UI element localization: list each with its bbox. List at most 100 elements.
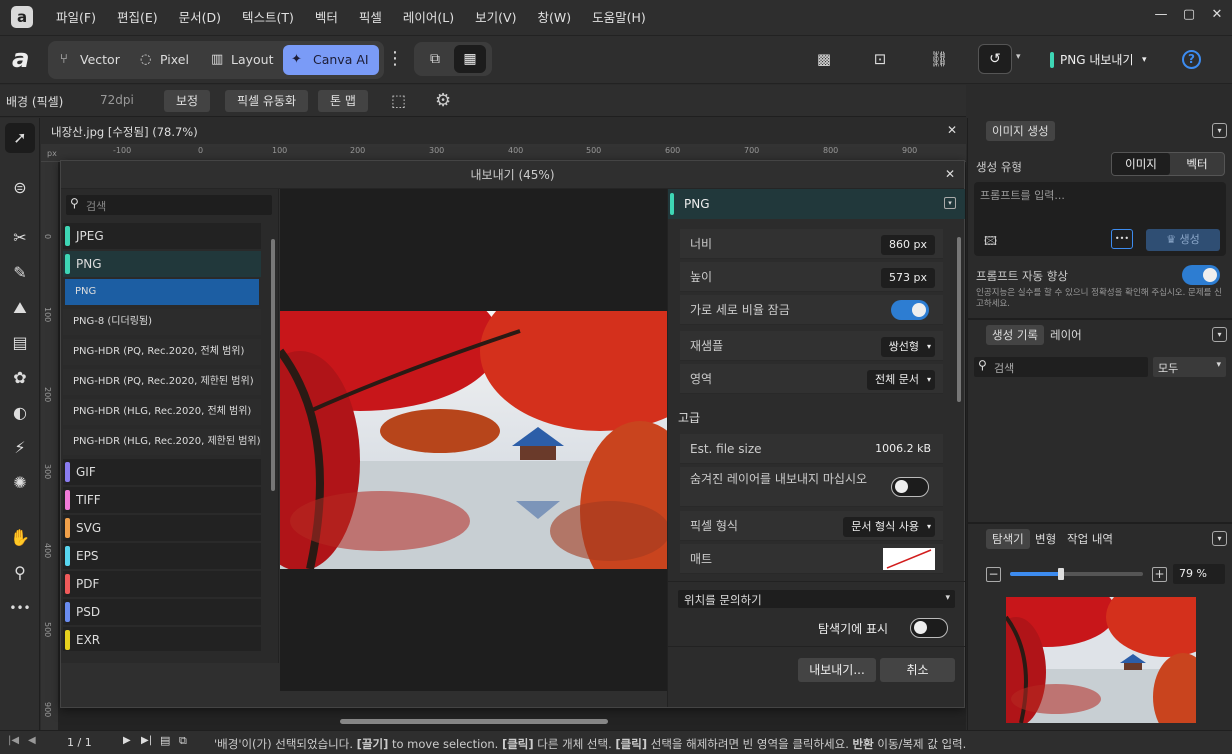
navigator-thumbnail[interactable] <box>1006 597 1196 723</box>
width-input[interactable]: 860 px <box>881 235 935 255</box>
more-options-button[interactable]: ••• <box>1111 229 1133 249</box>
format-png[interactable]: PNG <box>63 251 261 277</box>
grid-toggle-icon[interactable]: ▦ <box>454 45 486 73</box>
menu-edit[interactable]: 편집(E) <box>109 0 166 36</box>
menu-help[interactable]: 도움말(H) <box>584 0 654 36</box>
selection-grid-icon[interactable]: ⬚ <box>391 91 406 110</box>
persona-pixel[interactable]: ◌ Pixel <box>132 45 189 75</box>
format-tiff[interactable]: TIFF <box>63 487 261 513</box>
format-psd[interactable]: PSD <box>63 599 261 625</box>
menu-vector[interactable]: 벡터 <box>307 0 346 36</box>
image-tool-icon[interactable]: ⛰ <box>5 293 35 323</box>
preset-png[interactable]: PNG <box>65 279 259 305</box>
menu-layer[interactable]: 레이어(L) <box>395 0 462 36</box>
format-gif[interactable]: GIF <box>63 459 261 485</box>
menu-document[interactable]: 문서(D) <box>171 0 229 36</box>
format-search-box[interactable]: ⚲ 검색 <box>66 195 272 215</box>
adjust-button[interactable]: 보정 <box>164 90 211 112</box>
zoom-out-icon[interactable]: − <box>986 567 1001 582</box>
export-button[interactable]: 내보내기... <box>798 658 876 682</box>
menu-file[interactable]: 파일(F) <box>48 0 104 36</box>
close-document-icon[interactable]: ✕ <box>947 123 957 137</box>
last-page-icon[interactable]: ▶| <box>141 735 152 746</box>
maximize-button[interactable]: ▢ <box>1174 0 1204 30</box>
move-tool-icon[interactable]: ➚ <box>5 123 35 153</box>
transparency-icon[interactable]: ▩ <box>810 42 838 76</box>
pixel-format-select[interactable]: 문서 형식 사용 ▾ <box>843 517 935 537</box>
app-logo-icon[interactable]: a <box>11 6 33 28</box>
document-tab-title[interactable]: 내장산.jpg [수정됨] (78.7%) <box>51 124 198 140</box>
generate-button[interactable]: ♛ 생성 <box>1146 229 1220 251</box>
more-options-icon[interactable]: ⋮ <box>386 42 404 76</box>
png-export-button[interactable]: PNG 내보내기 ▾ <box>1050 50 1150 70</box>
close-window-button[interactable]: ✕ <box>1202 0 1232 30</box>
tab-layers[interactable]: 레이어 <box>1044 325 1088 345</box>
preset-png-hdr[interactable]: PNG-HDR (HLG, Rec.2020, 전체 범위) <box>63 399 261 425</box>
menu-window[interactable]: 창(W) <box>529 0 579 36</box>
persona-canva-ai[interactable]: ✦ Canva AI <box>283 45 379 75</box>
history-search-input[interactable]: 검색 <box>994 360 1014 376</box>
height-input[interactable]: 573 px <box>881 268 935 288</box>
first-page-icon[interactable]: |◀ <box>8 735 19 746</box>
text-toggle-icon[interactable]: ⧉ <box>420 46 450 72</box>
brush-tool-icon[interactable]: ✎ <box>5 258 35 288</box>
tab-navigator[interactable]: 탐색기 <box>986 529 1030 549</box>
horizontal-scrollbar[interactable] <box>340 719 608 724</box>
history-search-box[interactable]: ⚲ 검색 <box>974 357 1148 377</box>
collapse-icon[interactable]: ▾ <box>1212 327 1227 342</box>
location-select[interactable]: 위치를 문의하기 ▾ <box>678 590 955 608</box>
hidden-layers-toggle[interactable] <box>891 477 929 497</box>
tab-history[interactable]: 작업 내역 <box>1061 529 1119 549</box>
format-pdf[interactable]: PDF <box>63 571 261 597</box>
zoom-in-icon[interactable]: + <box>1152 567 1167 582</box>
gen-type-vector[interactable]: 벡터 <box>1170 153 1224 175</box>
snap-icon[interactable]: ⊡ <box>866 42 894 76</box>
chevron-down-icon[interactable]: ▾ <box>944 197 956 209</box>
matte-swatch[interactable] <box>883 548 935 570</box>
gear-icon[interactable]: ⚙ <box>435 90 451 111</box>
link-icon[interactable]: ⛓ <box>925 42 953 76</box>
format-exr[interactable]: EXR <box>63 627 261 651</box>
enhance-toggle[interactable] <box>1182 265 1220 285</box>
resample-select[interactable]: 쌍선형 ▾ <box>880 337 935 357</box>
fill-tool-icon[interactable]: ◐ <box>5 398 35 428</box>
collapse-icon[interactable]: ▾ <box>1212 123 1227 138</box>
format-jpeg[interactable]: JPEG <box>63 223 261 249</box>
retouch-tool-icon[interactable]: ✿ <box>5 363 35 393</box>
image-upload-icon[interactable]: 🖾 <box>984 232 997 253</box>
minimize-button[interactable]: — <box>1146 0 1176 30</box>
prev-page-icon[interactable]: ◀ <box>28 735 36 746</box>
preset-png-hdr[interactable]: PNG-HDR (PQ, Rec.2020, 전체 범위) <box>63 339 261 365</box>
format-search-input[interactable]: 검색 <box>86 198 106 214</box>
lightning-tool-icon[interactable]: ⚡ <box>5 433 35 463</box>
preset-png-hdr[interactable]: PNG-HDR (PQ, Rec.2020, 제한된 범위) <box>63 369 261 395</box>
tonemap-button[interactable]: 톤 맵 <box>318 90 368 112</box>
zoom-slider-handle[interactable] <box>1057 568 1064 580</box>
prompt-input[interactable]: 프롬프트를 입력... 🖾 ••• ♛ 생성 <box>974 182 1226 256</box>
aspect-lock-toggle[interactable] <box>891 300 929 320</box>
cancel-button[interactable]: 취소 <box>880 658 955 682</box>
menu-view[interactable]: 보기(V) <box>467 0 524 36</box>
more-tools-icon[interactable]: ••• <box>5 593 35 623</box>
help-icon[interactable]: ? <box>1182 50 1201 69</box>
selection-tool-icon[interactable]: ⊜ <box>5 173 35 203</box>
tab-generation-history[interactable]: 생성 기록 <box>986 325 1044 345</box>
assistant-dropdown-chevron-icon[interactable]: ▾ <box>1016 52 1021 62</box>
options-scrollbar[interactable] <box>957 237 961 402</box>
next-page-icon[interactable]: ▶ <box>123 735 131 746</box>
format-list-scrollbar[interactable] <box>271 239 275 491</box>
menu-pixel[interactable]: 픽셀 <box>351 0 390 36</box>
persona-vector[interactable]: ⑂ Vector <box>52 45 120 75</box>
liquify-button[interactable]: 픽셀 유동화 <box>225 90 309 112</box>
zoom-value-input[interactable]: 79 % <box>1173 564 1225 584</box>
assistant-icon[interactable]: ↺ <box>978 44 1012 74</box>
format-svg[interactable]: SVG <box>63 515 261 541</box>
format-eps[interactable]: EPS <box>63 543 261 569</box>
preset-png8[interactable]: PNG-8 (디더링됨) <box>63 309 261 335</box>
zoom-slider[interactable] <box>1010 568 1143 580</box>
effect-tool-icon[interactable]: ✺ <box>5 468 35 498</box>
pattern-tool-icon[interactable]: ▤ <box>5 328 35 358</box>
hand-tool-icon[interactable]: ✋ <box>5 523 35 553</box>
zoom-tool-icon[interactable]: ⚲ <box>5 558 35 588</box>
page-icon[interactable]: ▤ <box>160 734 170 747</box>
